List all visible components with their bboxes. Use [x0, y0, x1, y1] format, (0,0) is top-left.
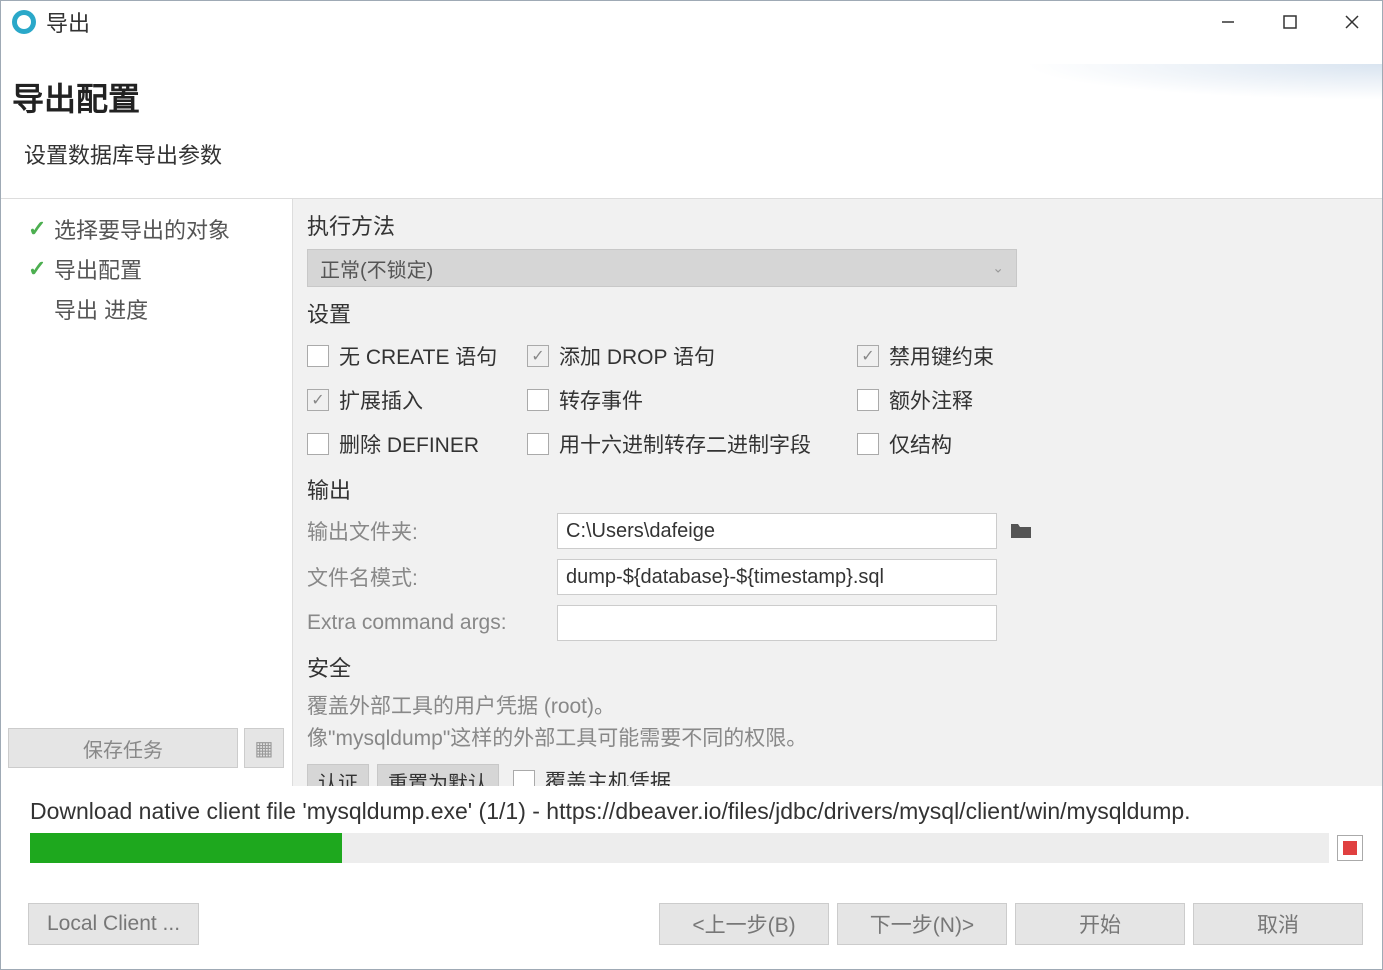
wizard-step-export-config[interactable]: ✓ 导出配置	[8, 249, 284, 289]
wizard-step-label: 选择要导出的对象	[54, 213, 230, 245]
exec-method-value: 正常(不锁定)	[320, 254, 433, 283]
checkbox-add-drop[interactable]: ✓ 添加 DROP 语句	[527, 341, 857, 371]
checkbox-label: 删除 DEFINER	[339, 429, 479, 459]
checkbox-structure-only[interactable]: 仅结构	[857, 429, 1077, 459]
checkbox-box	[307, 433, 329, 455]
page-subtitle: 设置数据库导出参数	[24, 138, 1371, 170]
exec-method-title: 执行方法	[307, 209, 1369, 241]
chevron-down-icon: ⌄	[992, 260, 1004, 277]
start-button[interactable]: 开始	[1015, 903, 1185, 945]
save-icon: ▦	[255, 736, 274, 761]
extra-args-label: Extra command args:	[307, 611, 557, 635]
body: ✓ 选择要导出的对象 ✓ 导出配置 导出 进度 保存任务 ▦ 执行方法 正常(不…	[0, 198, 1383, 786]
check-icon: ✓	[28, 216, 54, 242]
checkbox-label: 额外注释	[889, 385, 973, 415]
checkbox-label: 扩展插入	[339, 385, 423, 415]
download-progress-bar	[30, 833, 1329, 863]
checkbox-remove-definer[interactable]: 删除 DEFINER	[307, 429, 527, 459]
header-gradient	[1023, 64, 1383, 100]
checkbox-label: 仅结构	[889, 429, 952, 459]
security-group: 安全 覆盖外部工具的用户凭据 (root)。 像"mysqldump"这样的外部…	[307, 651, 1369, 786]
sidebar-bottom: 保存任务 ▦	[8, 720, 284, 776]
stop-icon	[1343, 841, 1357, 855]
cancel-button[interactable]: 取消	[1193, 903, 1363, 945]
checkbox-label: 无 CREATE 语句	[339, 341, 497, 371]
output-group: 输出 输出文件夹: 文件名模式: Extra command args:	[307, 473, 1369, 641]
checkbox-box	[527, 389, 549, 411]
check-icon: ✓	[311, 390, 324, 410]
download-progress-area: Download native client file 'mysqldump.e…	[0, 786, 1383, 863]
reset-default-button[interactable]: 重置为默认	[377, 764, 499, 786]
folder-icon	[1010, 522, 1032, 540]
wizard-steps-sidebar: ✓ 选择要导出的对象 ✓ 导出配置 导出 进度 保存任务 ▦	[0, 199, 292, 786]
checkbox-box: ✓	[307, 389, 329, 411]
checkbox-label: 覆盖主机凭据	[545, 766, 671, 786]
back-button[interactable]: <上一步(B)	[659, 903, 829, 945]
wizard-step-export-progress[interactable]: 导出 进度	[8, 289, 284, 329]
checkbox-label: 添加 DROP 语句	[559, 341, 715, 371]
security-title: 安全	[307, 651, 1369, 683]
header: 导出配置 设置数据库导出参数	[0, 44, 1383, 198]
output-title: 输出	[307, 473, 1369, 505]
wizard-step-label: 导出配置	[54, 253, 142, 285]
local-client-button[interactable]: Local Client ...	[28, 903, 199, 945]
checkbox-dump-events[interactable]: 转存事件	[527, 385, 857, 415]
filename-pattern-input[interactable]	[557, 559, 997, 595]
next-button[interactable]: 下一步(N)>	[837, 903, 1007, 945]
security-description: 覆盖外部工具的用户凭据 (root)。 像"mysqldump"这样的外部工具可…	[307, 691, 1369, 754]
output-folder-input[interactable]	[557, 513, 997, 549]
filename-pattern-label: 文件名模式:	[307, 562, 557, 592]
checkbox-hex-binary[interactable]: 用十六进制转存二进制字段	[527, 429, 857, 459]
checkbox-box	[513, 770, 535, 786]
security-actions: 认证 重置为默认 覆盖主机凭据	[307, 764, 1369, 786]
settings-title: 设置	[307, 297, 1369, 329]
wizard-step-select-objects[interactable]: ✓ 选择要导出的对象	[8, 209, 284, 249]
exec-method-select[interactable]: 正常(不锁定) ⌄	[307, 249, 1017, 287]
checkbox-extra-comments[interactable]: 额外注释	[857, 385, 1077, 415]
checkbox-override-host[interactable]: 覆盖主机凭据	[513, 766, 671, 786]
checkbox-box	[527, 433, 549, 455]
titlebar: 导出	[0, 0, 1383, 44]
maximize-button[interactable]	[1259, 0, 1321, 44]
check-icon: ✓	[861, 346, 874, 366]
save-task-icon-button[interactable]: ▦	[244, 728, 284, 768]
stop-download-button[interactable]	[1337, 835, 1363, 861]
check-icon: ✓	[531, 346, 544, 366]
checkbox-label: 禁用键约束	[889, 341, 994, 371]
checkbox-disable-keys[interactable]: ✓ 禁用键约束	[857, 341, 1077, 371]
config-panel: 执行方法 正常(不锁定) ⌄ 设置 无 CREATE 语句 ✓ 添加 DROP …	[292, 199, 1383, 786]
checkbox-label: 转存事件	[559, 385, 643, 415]
output-folder-row: 输出文件夹:	[307, 513, 1369, 549]
close-button[interactable]	[1321, 0, 1383, 44]
checkbox-extended-insert[interactable]: ✓ 扩展插入	[307, 385, 527, 415]
app-icon	[12, 10, 36, 34]
checkbox-no-create[interactable]: 无 CREATE 语句	[307, 341, 527, 371]
save-task-label: 保存任务	[83, 734, 163, 763]
checkbox-box	[857, 433, 879, 455]
checkbox-box: ✓	[527, 345, 549, 367]
check-icon: ✓	[28, 256, 54, 282]
checkbox-box	[307, 345, 329, 367]
download-progress-label: Download native client file 'mysqldump.e…	[30, 798, 1363, 825]
filename-pattern-row: 文件名模式:	[307, 559, 1369, 595]
checkbox-box: ✓	[857, 345, 879, 367]
extra-args-input[interactable]	[557, 605, 997, 641]
download-progress-row	[30, 833, 1363, 863]
checkbox-label: 用十六进制转存二进制字段	[559, 429, 811, 459]
settings-group: 设置 无 CREATE 语句 ✓ 添加 DROP 语句 ✓ 禁用键约束 ✓ 扩展…	[307, 297, 1369, 463]
window-title: 导出	[46, 6, 90, 38]
output-folder-label: 输出文件夹:	[307, 516, 557, 546]
download-progress-fill	[30, 833, 342, 863]
auth-button[interactable]: 认证	[307, 764, 369, 786]
wizard-step-label: 导出 进度	[54, 293, 148, 325]
footer: Local Client ... <上一步(B) 下一步(N)> 开始 取消	[0, 903, 1383, 945]
exec-method-group: 执行方法 正常(不锁定) ⌄	[307, 209, 1369, 287]
save-task-button[interactable]: 保存任务	[8, 728, 238, 768]
extra-args-row: Extra command args:	[307, 605, 1369, 641]
checkbox-box	[857, 389, 879, 411]
browse-folder-button[interactable]	[1003, 513, 1039, 549]
minimize-button[interactable]	[1197, 0, 1259, 44]
settings-checkbox-grid: 无 CREATE 语句 ✓ 添加 DROP 语句 ✓ 禁用键约束 ✓ 扩展插入 …	[307, 337, 1369, 463]
